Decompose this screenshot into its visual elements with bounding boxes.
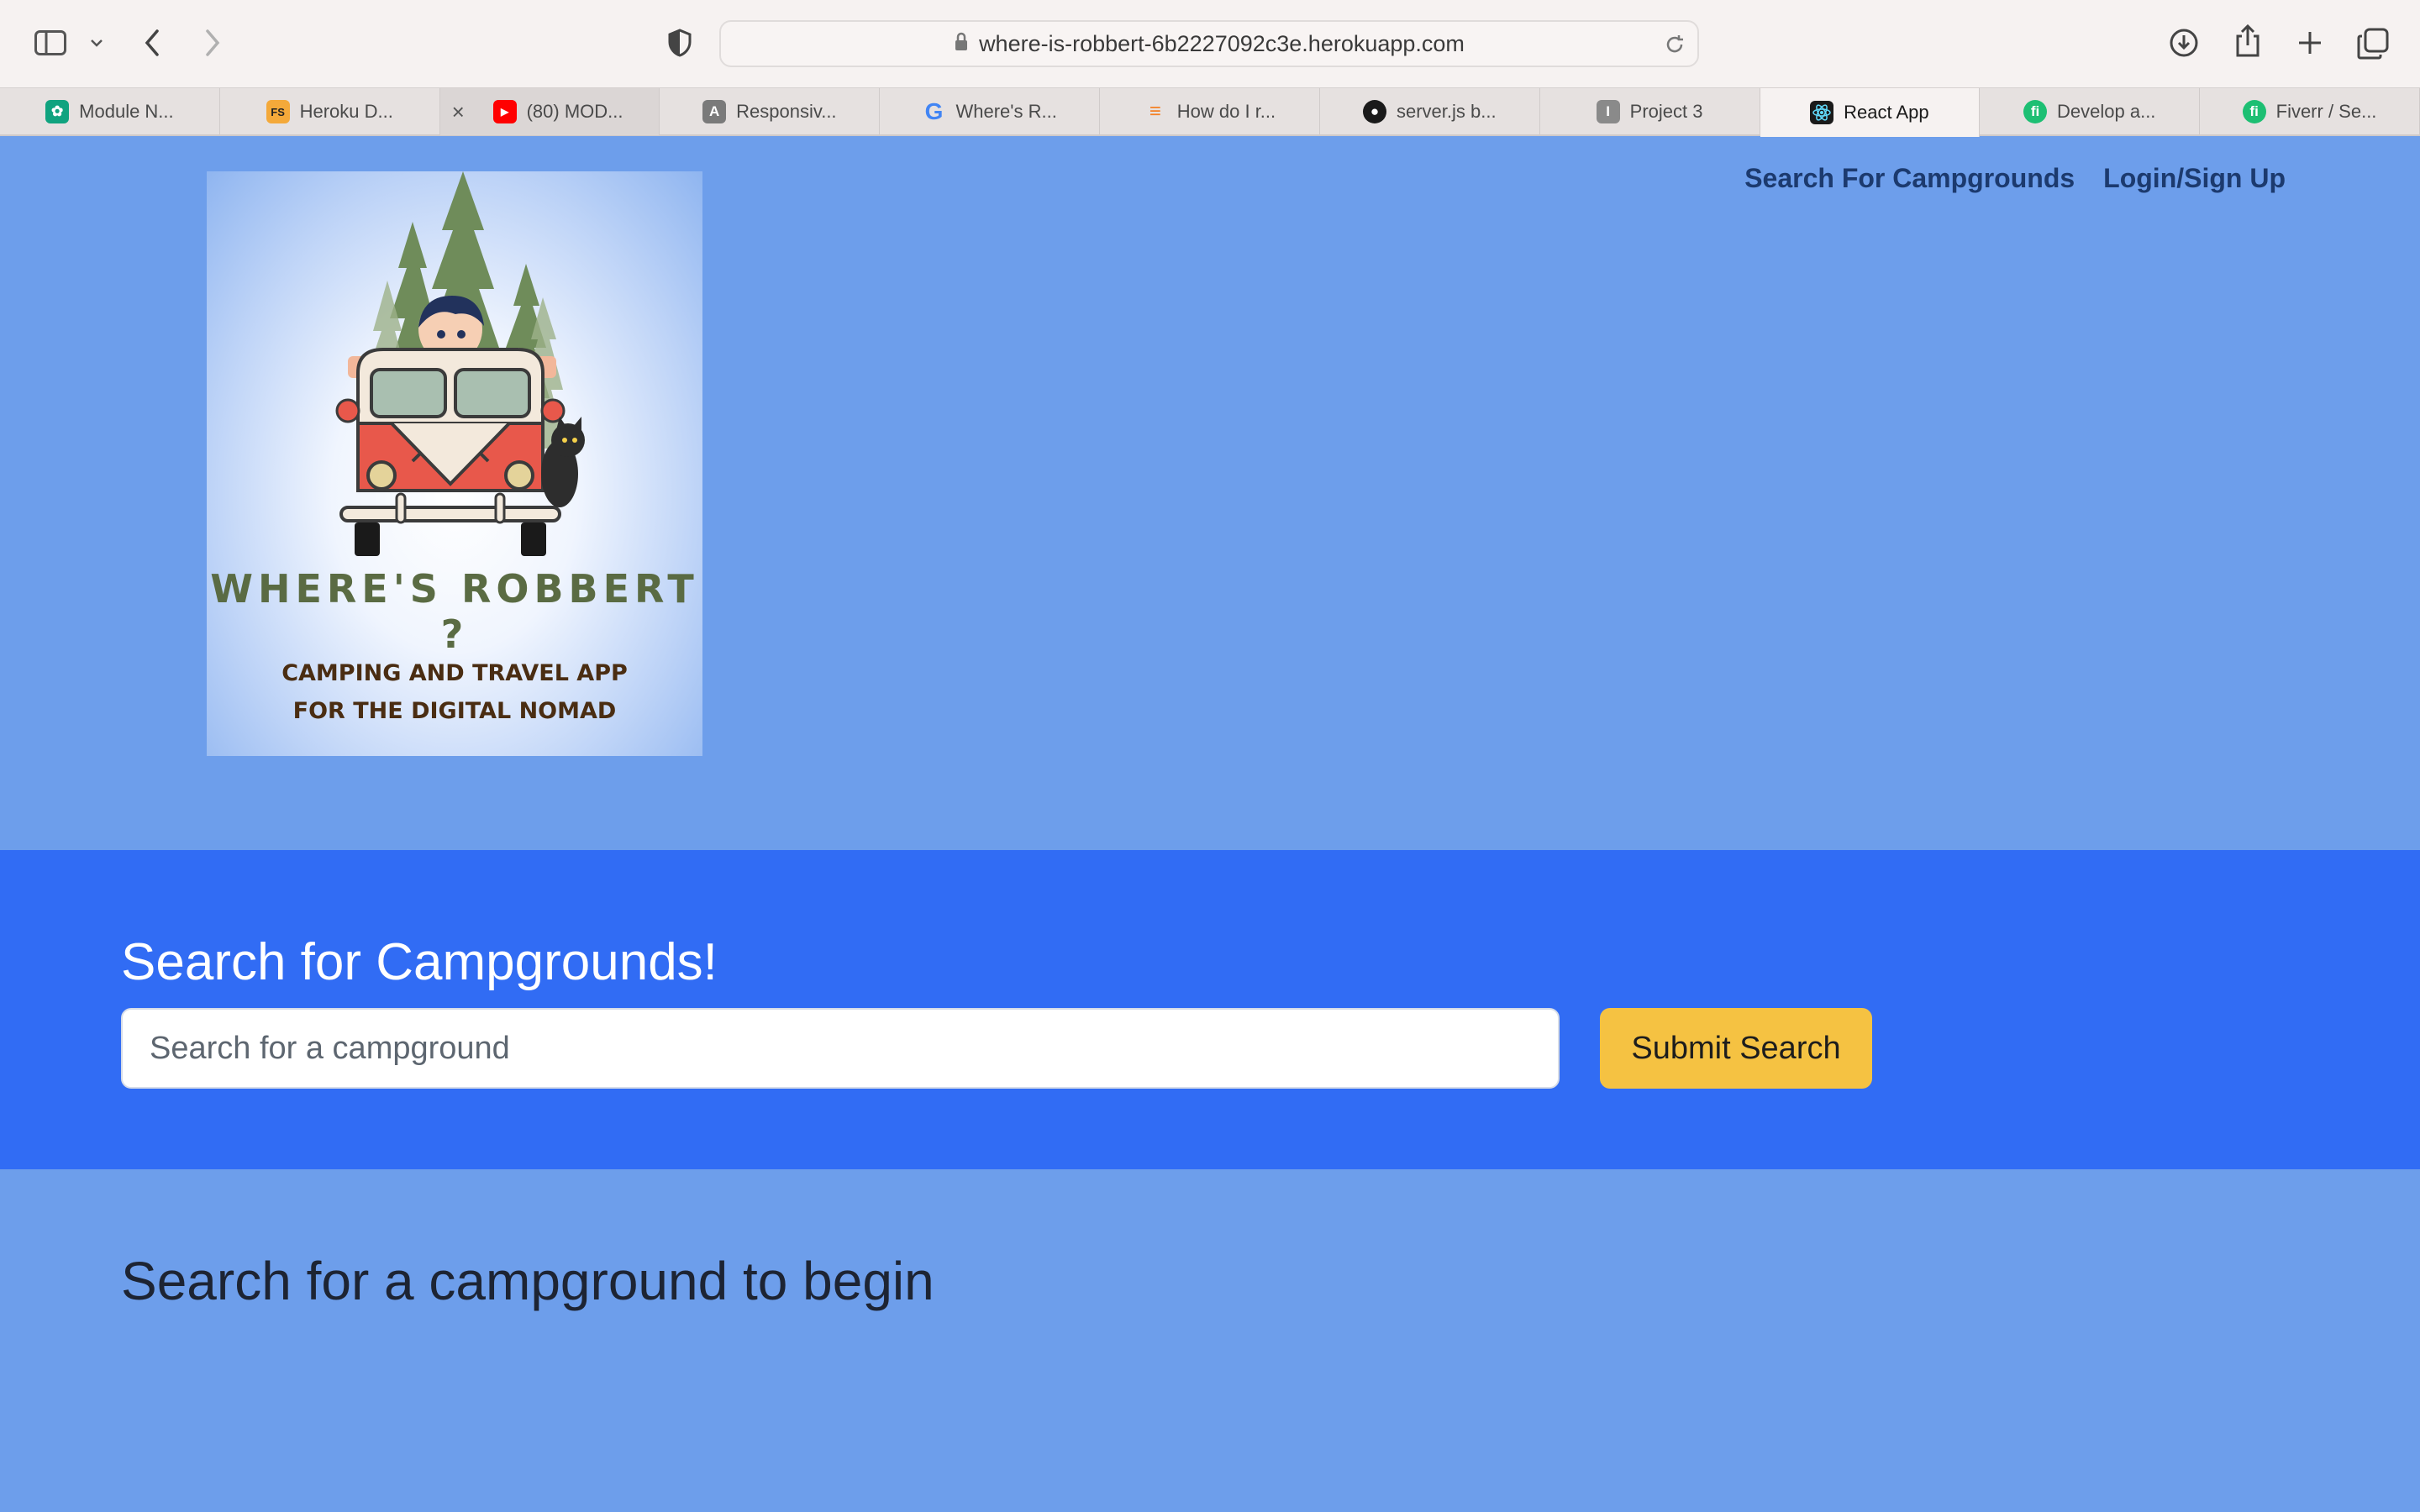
tab-responsive[interactable]: A Responsiv... (660, 88, 881, 135)
tab-google[interactable]: G Where's R... (880, 88, 1101, 135)
logo-title: WHERE'S ROBBERT ? (210, 566, 699, 657)
tab-github[interactable]: ● server.js b... (1320, 88, 1540, 135)
youtube-icon: ▶ (492, 100, 517, 123)
stackoverflow-icon: ≡ (1149, 100, 1161, 123)
nav-login-signup[interactable]: Login/Sign Up (2103, 163, 2286, 194)
fiverr-icon: fi (2242, 100, 2266, 123)
i-icon: I (1596, 100, 1620, 123)
sidebar-toggle-icon[interactable] (34, 29, 67, 57)
tab-react-app[interactable]: React App (1760, 88, 1981, 137)
google-icon: G (924, 98, 944, 124)
tab-label: Heroku D... (299, 101, 393, 122)
search-section: Search for Campgrounds! Submit Search (0, 850, 2420, 1169)
search-input[interactable] (121, 1008, 1560, 1089)
tab-label: server.js b... (1396, 101, 1497, 122)
logo-subtitle-line1: CAMPING AND TRAVEL APP (281, 660, 628, 686)
fiverr-icon: fi (2023, 100, 2048, 123)
reload-icon[interactable] (1664, 34, 1686, 60)
logo-subtitle-line2: FOR THE DIGITAL NOMAD (292, 698, 617, 724)
tab-label: React App (1844, 102, 1929, 123)
tab-label: Project 3 (1629, 101, 1703, 122)
url-text: where-is-robbert-6b2227092c3e.herokuapp.… (979, 30, 1465, 56)
submit-search-button[interactable]: Submit Search (1600, 1008, 1872, 1089)
logo-illustration (335, 171, 585, 556)
browser-toolbar: where-is-robbert-6b2227092c3e.herokuapp.… (0, 0, 2420, 87)
page-content: Search For Campgrounds Login/Sign Up WHE… (0, 136, 2420, 1512)
tab-label: Module N... (79, 101, 174, 122)
share-icon[interactable] (2232, 24, 2264, 59)
downloads-icon[interactable] (2168, 27, 2200, 59)
tab-label: How do I r... (1176, 101, 1276, 122)
empty-results-message: Search for a campground to begin (121, 1251, 934, 1311)
fs-icon: FS (266, 100, 290, 123)
tab-overview-icon[interactable] (2356, 27, 2390, 60)
tab-project3[interactable]: I Project 3 (1540, 88, 1760, 135)
chevron-down-icon[interactable] (87, 34, 106, 52)
tab-youtube[interactable]: × ▶ (80) MOD... (439, 88, 660, 135)
openai-icon: ✿ (45, 100, 70, 123)
new-tab-icon[interactable] (2294, 27, 2326, 59)
tab-heroku[interactable]: FS Heroku D... (220, 88, 440, 135)
main-nav: Search For Campgrounds Login/Sign Up (1744, 163, 2286, 194)
tab-label: Fiverr / Se... (2275, 101, 2377, 122)
logo: WHERE'S ROBBERT ? CAMPING AND TRAVEL APP… (207, 171, 702, 756)
lock-icon (954, 32, 969, 56)
search-heading: Search for Campgrounds! (121, 933, 718, 991)
close-tab-icon[interactable]: × (452, 99, 465, 125)
tab-label: Develop a... (2057, 101, 2156, 122)
tab-strip: ✿ Module N... FS Heroku D... × ▶ (80) MO… (0, 87, 2420, 137)
address-bar[interactable]: where-is-robbert-6b2227092c3e.herokuapp.… (719, 20, 1699, 67)
github-icon: ● (1362, 100, 1386, 123)
tab-label: (80) MOD... (526, 101, 623, 122)
tab-label: Responsiv... (736, 101, 837, 122)
forward-icon[interactable] (200, 27, 225, 59)
tab-label: Where's R... (955, 101, 1057, 122)
tab-module[interactable]: ✿ Module N... (0, 88, 220, 135)
tab-stackoverflow[interactable]: ≡ How do I r... (1100, 88, 1320, 135)
tab-develop[interactable]: fi Develop a... (1980, 88, 2201, 135)
tab-fiverr[interactable]: fi Fiverr / Se... (2200, 88, 2420, 135)
privacy-shield-icon[interactable] (666, 27, 694, 59)
nav-search-campgrounds[interactable]: Search For Campgrounds (1744, 163, 2075, 194)
react-icon (1810, 101, 1834, 124)
a-icon: A (702, 100, 727, 123)
back-icon[interactable] (139, 27, 165, 59)
